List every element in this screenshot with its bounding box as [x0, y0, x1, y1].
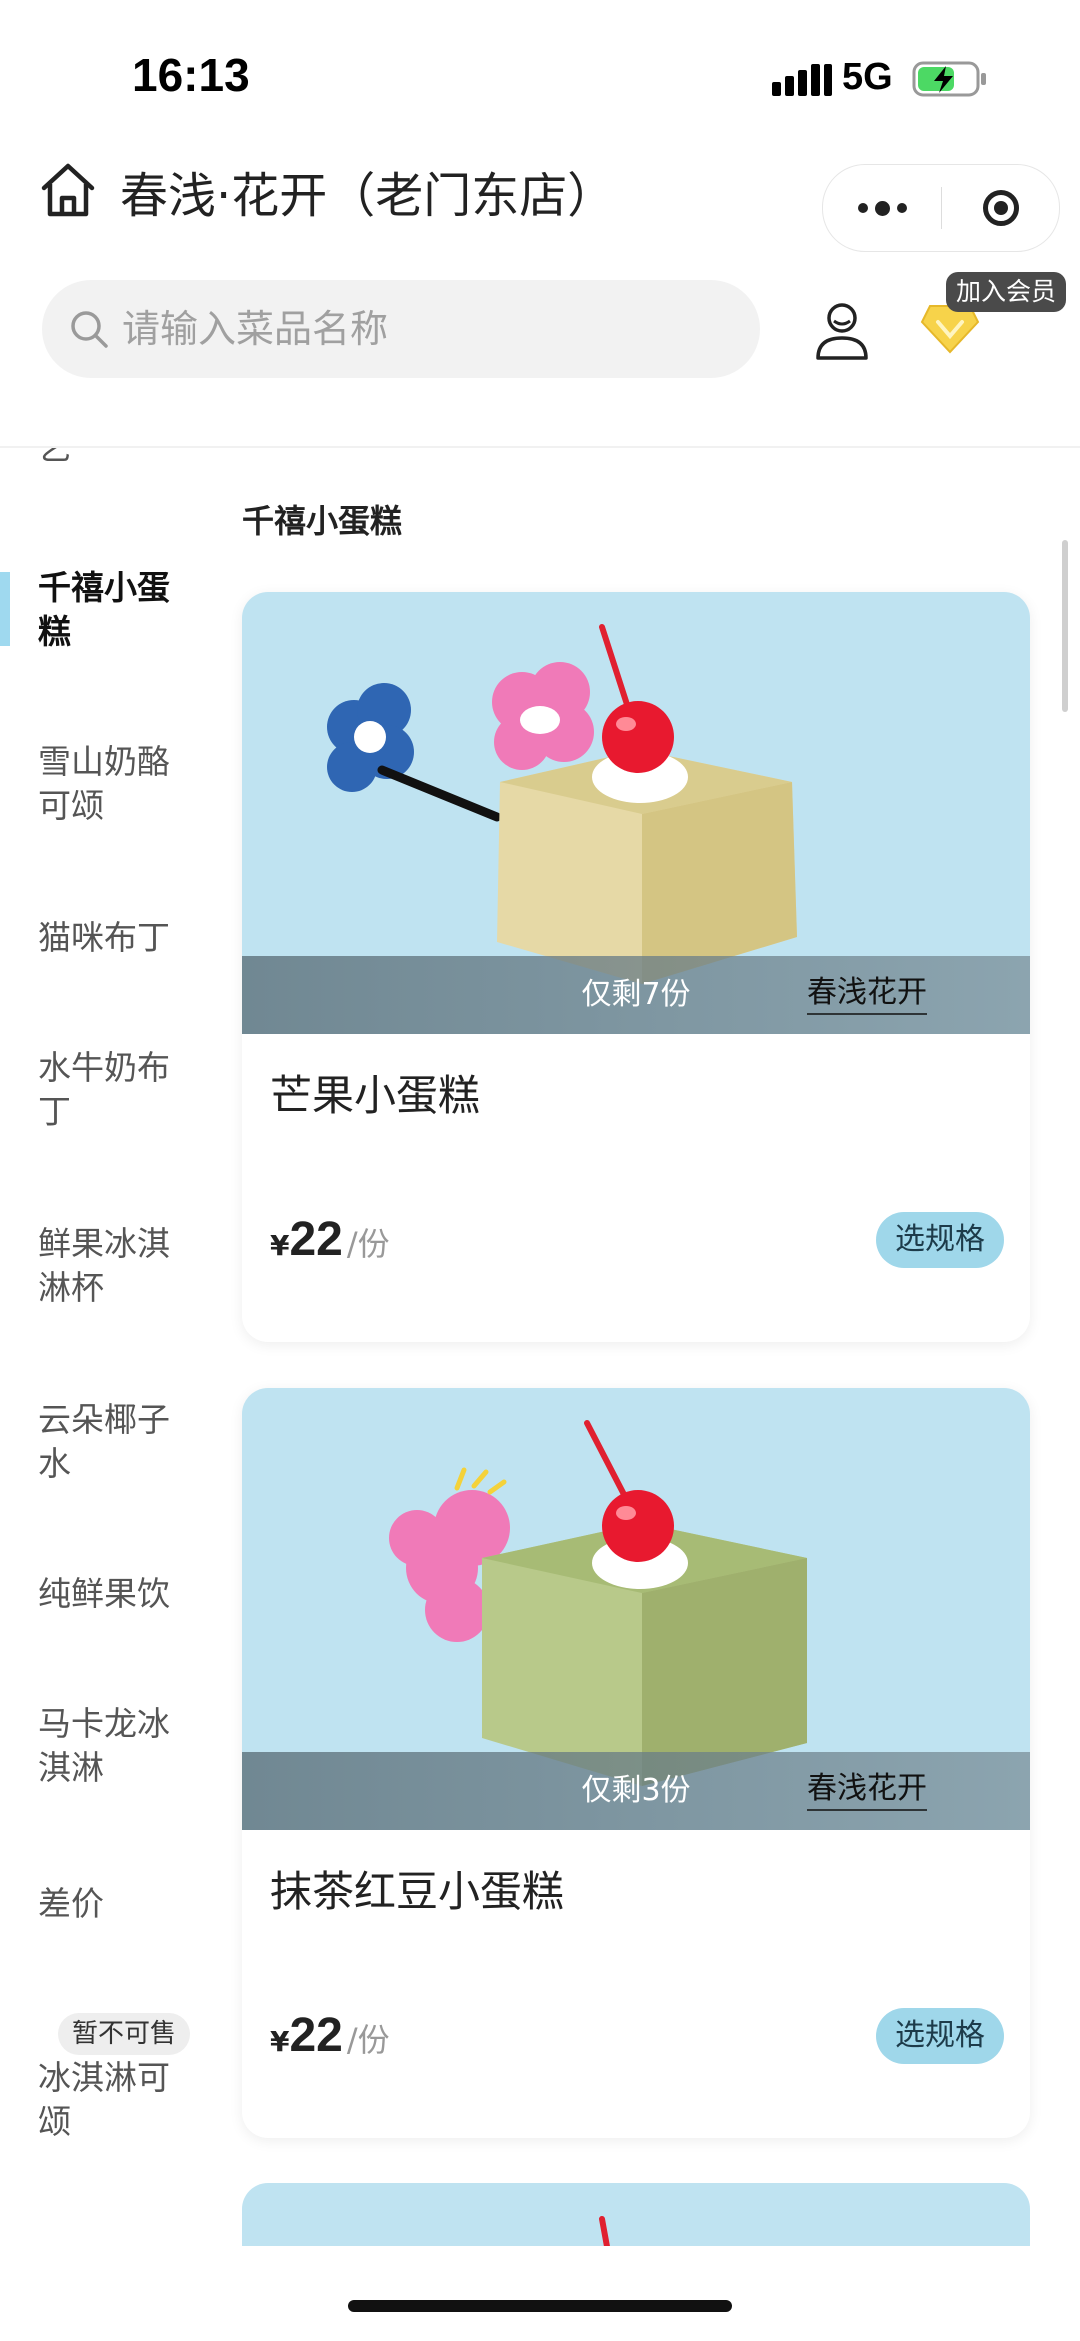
home-icon[interactable] [38, 160, 98, 220]
unavailable-tag: 暂不可售 [58, 2013, 191, 2055]
mini-program-capsule [822, 164, 1060, 252]
category-item[interactable]: 冰淇淋可颂 [38, 2056, 188, 2144]
svg-text:春浅花开: 春浅花开 [807, 1771, 927, 1806]
product-price: ¥22/份 [270, 1213, 390, 1266]
search-bar[interactable] [42, 280, 760, 378]
more-icon [857, 203, 868, 213]
category-item[interactable]: 纯鲜果饮 [38, 1572, 188, 1616]
search-icon [71, 311, 108, 348]
more-button[interactable] [823, 165, 941, 251]
category-sidebar: 乞 千禧小蛋糕 雪山奶酪可颂 猫咪布丁 水牛奶布丁 鲜果冰淇淋杯 云朵椰子水 纯… [0, 448, 220, 2258]
product-price: ¥22/份 [270, 2009, 390, 2062]
category-item[interactable]: 水牛奶布丁 [38, 1046, 188, 1134]
category-item[interactable]: 马卡龙冰淇淋 [38, 1702, 188, 1790]
category-item[interactable]: 猫咪布丁 [38, 916, 188, 960]
product-image: 仅剩3份 春浅花开 [242, 1388, 1030, 1830]
status-bar: 16:13 5G [0, 0, 1080, 150]
search-input[interactable] [122, 280, 722, 378]
brand-watermark: 春浅花开 [807, 975, 927, 1015]
signal-icon [772, 64, 832, 96]
home-indicator[interactable] [348, 2300, 732, 2312]
join-member-tip[interactable]: 加入会员 [946, 272, 1067, 312]
stock-bar: 仅剩7份 春浅花开 [242, 956, 1030, 1034]
target-icon [982, 190, 1019, 226]
status-time: 16:13 [132, 49, 250, 101]
category-item[interactable]: 乞 [38, 448, 188, 470]
close-button[interactable] [942, 165, 1059, 251]
section-title: 千禧小蛋糕 [242, 502, 403, 540]
category-item[interactable]: 雪山奶酪可颂 [38, 740, 188, 828]
network-label: 5G [842, 56, 893, 98]
category-item[interactable]: 差价 [38, 1882, 188, 1926]
stock-bar: 仅剩3份 春浅花开 [242, 1752, 1030, 1830]
select-spec-button[interactable]: 选规格 [876, 1212, 1004, 1268]
user-icon[interactable] [812, 298, 872, 362]
category-item[interactable]: 鲜果冰淇淋杯 [38, 1222, 188, 1310]
select-spec-button[interactable]: 选规格 [876, 2008, 1004, 2064]
bottom-safe-area [0, 2246, 1080, 2341]
svg-text:春浅花开: 春浅花开 [807, 975, 927, 1010]
scrollbar[interactable] [1062, 540, 1068, 712]
pink-flower-icon [492, 662, 594, 770]
product-image: 仅剩7份 春浅花开 [242, 592, 1030, 1034]
product-name: 抹茶红豆小蛋糕 [270, 1867, 565, 1916]
product-name: 芒果小蛋糕 [270, 1071, 481, 1120]
product-card[interactable]: 仅剩3份 春浅花开 抹茶红豆小蛋糕 ¥22/份 选规格 [242, 1388, 1030, 2138]
category-item[interactable]: 云朵椰子水 [38, 1398, 188, 1486]
store-title: 春浅·花开（老门东店） [120, 168, 616, 224]
brand-watermark: 春浅花开 [807, 1771, 927, 1811]
active-category-indicator [0, 572, 10, 646]
product-card[interactable]: 仅剩7份 春浅花开 芒果小蛋糕 ¥22/份 选规格 [242, 592, 1030, 1342]
battery-icon [912, 61, 986, 97]
category-item-active[interactable]: 千禧小蛋糕 [38, 566, 188, 654]
